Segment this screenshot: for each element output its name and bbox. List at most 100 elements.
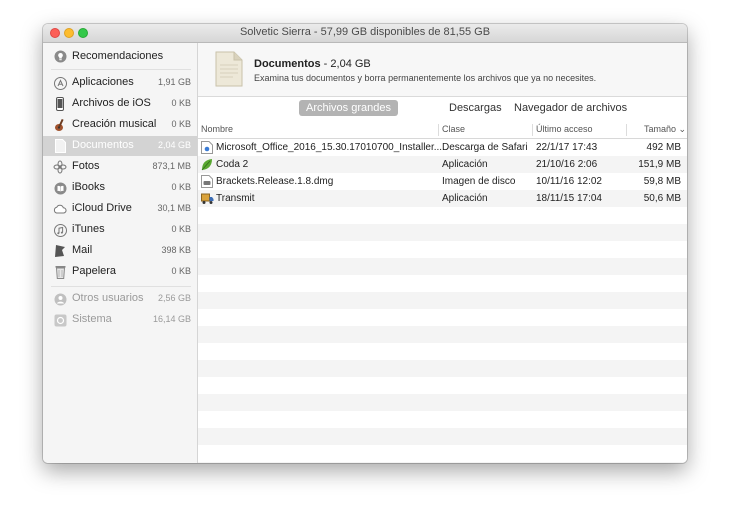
empty-row	[198, 462, 687, 463]
table-row[interactable]: Coda 2 Aplicación 21/10/16 2:06 151,9 MB	[198, 156, 687, 173]
column-header-tamano[interactable]: Tamaño ⌄	[644, 124, 686, 135]
column-header-ultimo-acceso[interactable]: Último acceso	[536, 124, 593, 134]
empty-row	[198, 292, 687, 309]
sidebar-item-size: 873,1 MB	[152, 161, 191, 171]
sidebar-item-archivos-ios[interactable]: Archivos de iOS 0 KB	[43, 94, 197, 114]
sidebar-item-label: Archivos de iOS	[72, 97, 151, 109]
document-icon	[53, 138, 67, 154]
guitar-icon	[53, 117, 67, 133]
cloud-icon	[53, 201, 67, 217]
empty-row	[198, 394, 687, 411]
sidebar-item-creacion-musical[interactable]: Creación musical 0 KB	[43, 115, 197, 135]
file-kind: Imagen de disco	[442, 176, 516, 187]
file-size: 151,9 MB	[638, 159, 681, 170]
sidebar-item-label: Mail	[72, 244, 93, 256]
sidebar-item-label: Sistema	[72, 313, 112, 325]
sidebar-item-icloud-drive[interactable]: iCloud Drive 30,1 MB	[43, 199, 197, 219]
table-row[interactable]: Microsoft_Office_2016_15.30.17010700_Ins…	[198, 139, 687, 156]
file-size: 59,8 MB	[643, 176, 681, 187]
sidebar-item-label: Recomendaciones	[72, 50, 164, 62]
empty-row	[198, 411, 687, 428]
trash-icon	[53, 264, 67, 280]
sidebar-item-label: Documentos	[72, 139, 134, 151]
sidebar-item-label: Fotos	[72, 160, 100, 172]
disk-image-icon	[201, 175, 213, 188]
empty-row	[198, 258, 687, 275]
tab-navegador-archivos[interactable]: Navegador de archivos	[514, 100, 627, 116]
category-header: Documentos - 2,04 GB Examina tus documen…	[198, 43, 687, 97]
file-name: Transmit	[216, 193, 255, 204]
file-accessed: 22/1/17 17:43	[536, 142, 598, 153]
sidebar-item-size: 16,14 GB	[152, 314, 191, 324]
empty-row	[198, 241, 687, 258]
sidebar-item-size: 0 KB	[171, 224, 191, 234]
mail-icon	[53, 243, 67, 259]
window-title: Solvetic Sierra - 57,99 GB disponibles d…	[239, 26, 491, 38]
category-description: Examina tus documentos y borra permanent…	[254, 73, 597, 83]
transmit-truck-icon	[201, 192, 214, 205]
sidebar-item-label: Papelera	[72, 265, 117, 277]
empty-row	[198, 445, 687, 462]
music-note-icon	[53, 222, 67, 238]
sidebar-item-size: 30,1 MB	[157, 203, 191, 213]
empty-row	[198, 224, 687, 241]
file-name: Microsoft_Office_2016_15.30.17010700_Ins…	[216, 142, 445, 153]
category-size: - 2,04 GB	[320, 58, 371, 70]
empty-row	[198, 275, 687, 292]
file-name: Coda 2	[216, 159, 249, 170]
main-panel: Documentos - 2,04 GB Examina tus documen…	[198, 43, 687, 463]
sidebar-item-itunes[interactable]: iTunes 0 KB	[43, 220, 197, 240]
file-kind: Aplicación	[442, 159, 488, 170]
sidebar-item-label: Otros usuarios	[72, 292, 144, 304]
file-size: 50,6 MB	[643, 193, 681, 204]
users-icon	[53, 291, 67, 307]
sidebar-divider	[51, 69, 191, 70]
sort-chevron-down-icon: ⌄	[678, 124, 687, 134]
title-bar[interactable]: Solvetic Sierra - 57,99 GB disponibles d…	[43, 24, 687, 43]
empty-row	[198, 377, 687, 394]
sidebar-item-sistema[interactable]: Sistema 16,14 GB	[43, 310, 197, 330]
category-title: Documentos - 2,04 GB	[254, 58, 371, 70]
file-accessed: 21/10/16 2:06	[536, 159, 598, 170]
column-header-nombre[interactable]: Nombre	[201, 124, 233, 134]
large-document-icon	[215, 51, 243, 92]
sidebar-item-aplicaciones[interactable]: Aplicaciones 1,91 GB	[43, 73, 197, 93]
sidebar-item-size: 0 KB	[171, 266, 191, 276]
installer-package-icon	[201, 141, 213, 154]
column-header-clase[interactable]: Clase	[442, 124, 465, 134]
category-name: Documentos	[254, 58, 321, 70]
table-row[interactable]: Brackets.Release.1.8.dmg Imagen de disco…	[198, 173, 687, 190]
file-list: Microsoft_Office_2016_15.30.17010700_Ins…	[198, 139, 687, 463]
file-size: 492 MB	[646, 142, 681, 153]
column-header-label: Tamaño	[644, 124, 677, 134]
system-icon	[53, 312, 67, 328]
sidebar-item-otros-usuarios[interactable]: Otros usuarios 2,56 GB	[43, 289, 197, 309]
sidebar-item-mail[interactable]: Mail 398 KB	[43, 241, 197, 261]
empty-row	[198, 360, 687, 377]
empty-row	[198, 326, 687, 343]
column-divider[interactable]	[626, 124, 627, 136]
sidebar-item-recomendaciones[interactable]: Recomendaciones	[43, 47, 197, 67]
tab-descargas[interactable]: Descargas	[449, 100, 502, 116]
sidebar-item-label: Creación musical	[72, 118, 157, 130]
sidebar-item-papelera[interactable]: Papelera 0 KB	[43, 262, 197, 282]
table-row[interactable]: Transmit Aplicación 18/11/15 17:04 50,6 …	[198, 190, 687, 207]
column-divider[interactable]	[532, 124, 533, 136]
sidebar-item-fotos[interactable]: Fotos 873,1 MB	[43, 157, 197, 177]
sidebar-item-label: iCloud Drive	[72, 202, 132, 214]
file-kind: Aplicación	[442, 193, 488, 204]
sidebar-item-ibooks[interactable]: iBooks 0 KB	[43, 178, 197, 198]
column-divider[interactable]	[438, 124, 439, 136]
photos-icon	[53, 159, 67, 175]
sidebar-item-label: iBooks	[72, 181, 106, 193]
tab-archivos-grandes[interactable]: Archivos grandes	[299, 100, 398, 116]
sidebar-item-documentos[interactable]: Documentos 2,04 GB	[43, 136, 197, 156]
sidebar-item-size: 2,56 GB	[157, 293, 191, 303]
file-accessed: 10/11/16 12:02	[536, 176, 602, 187]
sidebar-item-size: 0 KB	[171, 182, 191, 192]
file-name: Brackets.Release.1.8.dmg	[216, 176, 334, 187]
sidebar-item-label: iTunes	[72, 223, 105, 235]
sidebar-item-size: 0 KB	[171, 119, 191, 129]
iphone-icon	[53, 96, 67, 112]
sidebar: Recomendaciones Aplicaciones 1,91 GB Arc…	[43, 43, 198, 463]
